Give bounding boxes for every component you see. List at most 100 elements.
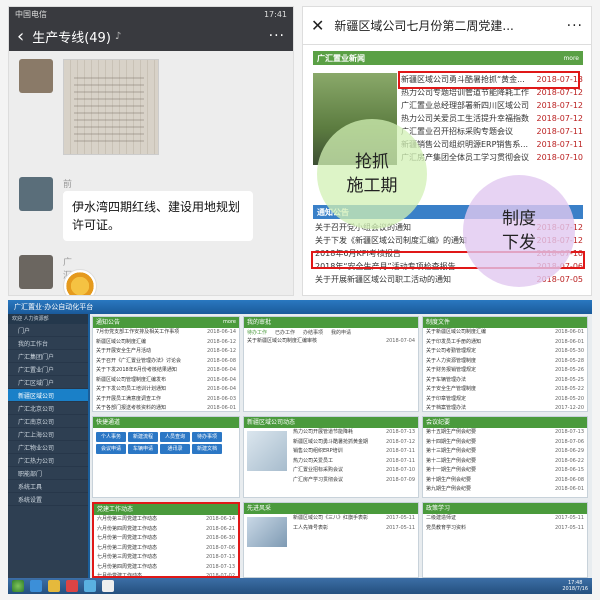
panel-row[interactable]: 工人先锋号表彰 2017-05-11 — [290, 524, 418, 534]
panel-row[interactable]: 新疆区域公司勇斗酷暑抢抓黄金期 2018-07-12 — [290, 438, 418, 448]
panel-row[interactable]: 关于印章管理规定 2018-05-20 — [423, 395, 587, 405]
quick-button[interactable]: 通讯录 — [160, 444, 190, 454]
panel-row[interactable]: 第十期生产例会纪要 2018-06-08 — [423, 476, 587, 486]
panel-row[interactable]: 关于安全生产管理制度 2018-05-22 — [423, 385, 587, 395]
sidebar-item[interactable]: 广汇南京公司 — [8, 415, 88, 428]
panel-row[interactable]: 关于新疆区域公司制度汇编审核 2018-07-04 — [244, 337, 418, 347]
panel-row[interactable]: 热力公司关爱员工 2018-07-11 — [290, 457, 418, 467]
news-item[interactable]: 广汇置业召开招标采购专题会议 2018-07-11 — [401, 125, 583, 138]
panel-row[interactable]: 第十四期生产例会纪要 2018-07-06 — [423, 438, 587, 448]
tab[interactable]: 已办工作 — [275, 329, 295, 336]
chat-app-icon[interactable] — [84, 580, 96, 592]
sidebar-item[interactable]: 系统设置 — [8, 493, 88, 506]
row-date: 2018-06-22 — [554, 457, 584, 464]
panel-row[interactable]: 第十二期生产例会纪要 2018-06-22 — [423, 457, 587, 467]
sidebar-item[interactable]: 广汇物业公司 — [8, 441, 88, 454]
panel-row[interactable]: 关于车辆管理办法 2018-05-25 — [423, 376, 587, 386]
quick-button[interactable]: 人员查询 — [160, 432, 190, 442]
panel-title: 通知公告 — [96, 319, 121, 326]
panel-row[interactable]: 关于下发公司员工培训计划通知 2018-06-04 — [93, 385, 239, 395]
article-title: 新疆区域公司七月份第二周党建... — [334, 19, 514, 33]
panel-row[interactable]: 七月份第二周党建工作动态 2018-07-06 — [94, 544, 238, 554]
panel-row[interactable]: 第十一期生产例会纪要 2018-06-15 — [423, 466, 587, 476]
panel-row[interactable]: 关于新疆区域公司制度汇编 2018-06-01 — [423, 328, 587, 338]
sidebar-item[interactable]: 新疆区域公司 — [8, 389, 88, 402]
sticker-icon[interactable] — [63, 269, 97, 295]
panel-row[interactable]: 广汇房产学习贯彻会议 2018-07-09 — [290, 476, 418, 486]
more-link[interactable]: more — [563, 55, 579, 62]
media-icon[interactable] — [66, 580, 78, 592]
news-item[interactable]: 广汇置业总经理部署新四川区域公司 2018-07-12 — [401, 99, 583, 112]
panel-row[interactable]: 第九期生产例会纪要 2018-06-01 — [423, 485, 587, 495]
panel-row[interactable]: 新疆区域公司制度汇编 2018-06-12 — [93, 338, 239, 348]
panel-row[interactable]: 新疆区域公司管理制度汇编发布 2018-06-04 — [93, 376, 239, 386]
panel-row[interactable]: 二级建造师证 2017-05-11 — [423, 514, 587, 524]
browser-icon[interactable] — [102, 580, 114, 592]
panel-row[interactable]: 7月份党支部工作安排及相关工作事项 2018-06-14 — [93, 328, 239, 338]
quick-button[interactable]: 待办事项 — [192, 432, 222, 442]
more-icon[interactable]: ··· — [269, 28, 285, 44]
quick-button[interactable]: 会议申请 — [96, 444, 126, 454]
sidebar-item[interactable]: 系统工具 — [8, 480, 88, 493]
quick-button[interactable]: 新建流程 — [128, 432, 158, 442]
sidebar-item[interactable]: 我的工作台 — [8, 337, 88, 350]
back-icon[interactable]: ‹ — [17, 26, 24, 47]
row-date: 2017-05-11 — [554, 524, 584, 531]
panel-row[interactable]: 热力公司开展管道节能降耗 2018-07-13 — [290, 428, 418, 438]
panel-row[interactable]: 关于公司考勤管理规定 2018-05-30 — [423, 347, 587, 357]
system-clock[interactable]: 17:48 2018/7/16 — [562, 580, 588, 592]
sidebar-item[interactable]: 广汇北京公司 — [8, 402, 88, 415]
panel-row[interactable]: 六月份第三周党建工作动态 2018-06-14 — [94, 515, 238, 525]
panel-row[interactable]: 新疆区域公司《三八》红旗手表彰 2017-05-11 — [290, 514, 418, 524]
panel-row[interactable]: 关于下发2018年6月份考核结果通知 2018-06-04 — [93, 366, 239, 376]
panel-row[interactable]: 关于人力资源管理制度 2018-05-28 — [423, 357, 587, 367]
news-item[interactable]: 新疆销售公司组织明源ERP销售系... 2018-07-11 — [401, 138, 583, 151]
sidebar-item[interactable]: 广汇集团门户 — [8, 350, 88, 363]
quick-button[interactable]: 新建文档 — [192, 444, 222, 454]
news-item[interactable]: 广汇房产集团全体员工学习贯彻会议 2018-07-10 — [401, 151, 583, 164]
shared-photo[interactable] — [63, 59, 159, 155]
panel-row[interactable]: 广汇置业招标采购会议 2018-07-10 — [290, 466, 418, 476]
row-date: 2018-06-04 — [206, 386, 236, 392]
message-bubble[interactable]: 伊水湾四期红线、建设用地规划许可证。 — [63, 191, 253, 241]
sidebar-item[interactable]: 广汇区域门户 — [8, 376, 88, 389]
start-icon[interactable] — [12, 580, 24, 592]
panel-row[interactable]: 关于印发员工手册的通知 2018-06-01 — [423, 338, 587, 348]
more-icon[interactable]: ··· — [567, 18, 583, 34]
news-item[interactable]: 热力公司关爱员工生活提升幸福指数 2018-07-12 — [401, 112, 583, 125]
avatar[interactable] — [19, 177, 53, 211]
quick-button[interactable]: 车辆申请 — [128, 444, 158, 454]
panel-row[interactable]: 销售公司组织ERP培训 2018-07-11 — [290, 447, 418, 457]
panel-row[interactable]: 关于开展安全生产月活动 2018-06-12 — [93, 347, 239, 357]
panel-row[interactable]: 六月份第四周党建工作动态 2018-06-21 — [94, 525, 238, 535]
panel-row[interactable]: 关于召开《广汇置业管理办法》讨论会 2018-06-08 — [93, 357, 239, 367]
folder-icon[interactable] — [48, 580, 60, 592]
tab[interactable]: 待办工作 — [247, 329, 267, 336]
panel-row[interactable]: 七月份第三周党建工作动态 2018-07-13 — [94, 553, 238, 563]
thumbnail[interactable] — [247, 431, 287, 471]
panel-row[interactable]: 党员教育学习资料 2017-05-11 — [423, 524, 587, 534]
ie-icon[interactable] — [30, 580, 42, 592]
panel-row[interactable]: 关于财务报销管理规定 2018-05-26 — [423, 366, 587, 376]
panel-row[interactable]: 关于开展员工满意度调查工作 2018-06-03 — [93, 395, 239, 405]
panel-row[interactable]: 七月份第一周党建工作动态 2018-06-30 — [94, 534, 238, 544]
panel-row[interactable]: 第十五期生产例会纪要 2018-07-13 — [423, 428, 587, 438]
more-link[interactable]: more — [223, 317, 236, 328]
quick-button[interactable]: 个人事务 — [96, 432, 126, 442]
panel-row[interactable]: 关于档案管理办法 2017-12-20 — [423, 404, 587, 411]
panel-row[interactable]: 七月份第四周党建工作动态 2018-07-13 — [94, 563, 238, 573]
sidebar-item[interactable]: 广汇热力公司 — [8, 454, 88, 467]
tab[interactable]: 我的申请 — [331, 329, 351, 336]
tab[interactable]: 办结事项 — [303, 329, 323, 336]
avatar[interactable] — [19, 59, 53, 93]
avatar[interactable] — [19, 255, 53, 289]
close-icon[interactable]: ✕ — [311, 16, 324, 35]
panel-row[interactable]: 第十三期生产例会纪要 2018-06-29 — [423, 447, 587, 457]
panel-row[interactable]: 关于各部门报送考核资料的通知 2018-06-01 — [93, 404, 239, 411]
sidebar-item[interactable]: 广汇上海公司 — [8, 428, 88, 441]
sidebar-item[interactable]: 广汇置业门户 — [8, 363, 88, 376]
sidebar-item[interactable]: 职能部门 — [8, 467, 88, 480]
row-date: 2018-06-04 — [206, 376, 236, 383]
sidebar-item[interactable]: 门户 — [8, 324, 88, 337]
thumbnail[interactable] — [247, 517, 287, 547]
